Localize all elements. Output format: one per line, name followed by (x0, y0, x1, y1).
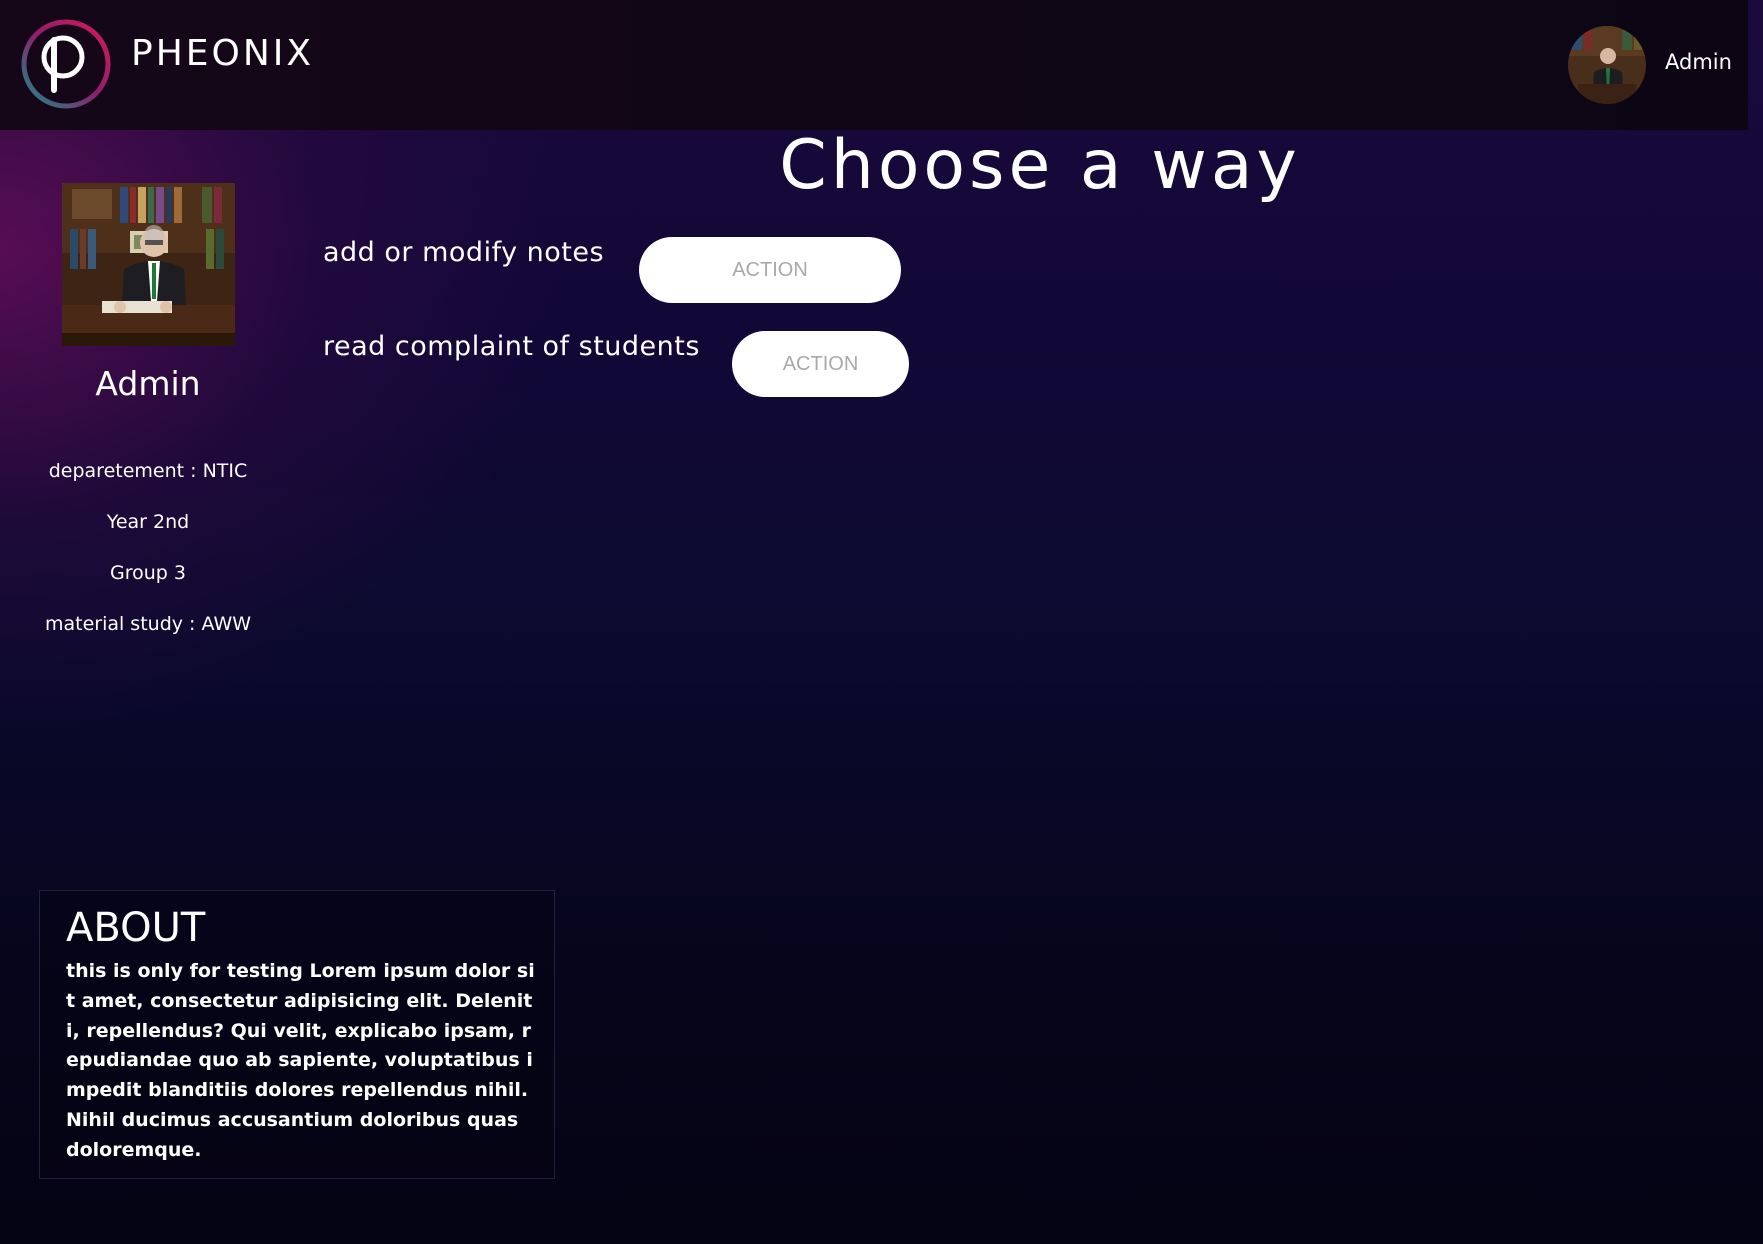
profile-name: Admin (95, 364, 201, 403)
profile-year: Year 2nd (106, 511, 190, 533)
profile-department: deparetement : NTIC (48, 460, 248, 482)
add-modify-notes-button[interactable]: ACTION (639, 237, 901, 303)
page-title: Choose a way (779, 126, 1301, 205)
profile-group: Group 3 (110, 562, 186, 584)
action-label-complaints: read complaint of students (323, 331, 700, 362)
pheonix-logo-icon[interactable] (20, 18, 112, 110)
brand-name[interactable]: PHEONIX (131, 33, 314, 74)
about-card: ABOUT this is only for testing Lorem ips… (39, 890, 555, 1179)
profile-photo (62, 183, 235, 346)
profile-material: material study : AWW (44, 613, 252, 635)
about-title: ABOUT (66, 905, 206, 951)
about-text: this is only for testing Lorem ipsum dol… (66, 960, 535, 1161)
top-navbar: PHEONIX Admin (0, 0, 1748, 130)
read-complaints-button[interactable]: ACTION (732, 331, 909, 397)
action-label-notes: add or modify notes (323, 237, 605, 268)
header-user-name[interactable]: Admin (1665, 50, 1732, 74)
header-avatar[interactable] (1568, 26, 1646, 104)
